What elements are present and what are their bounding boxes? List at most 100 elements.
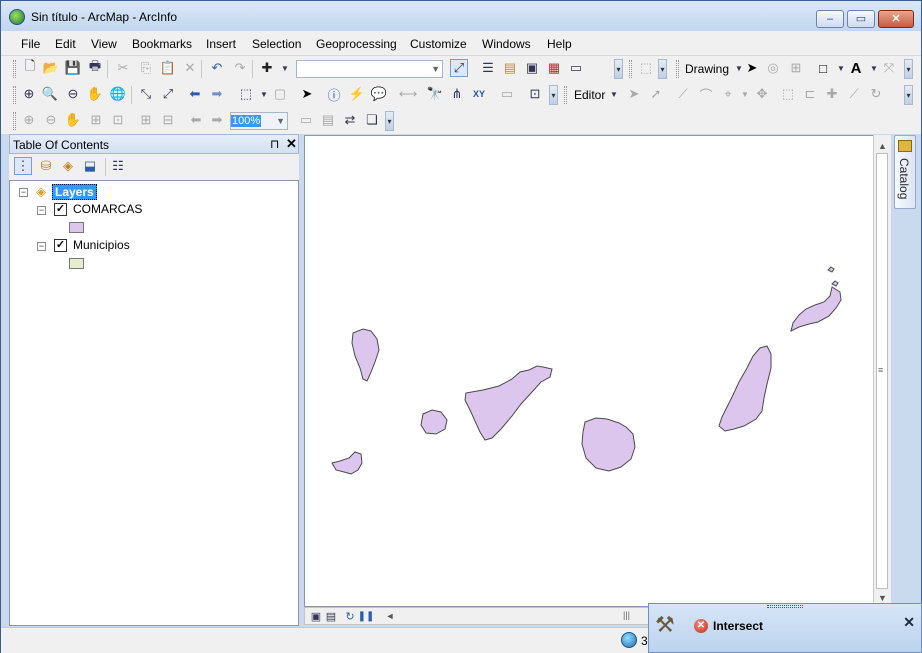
menu-insert[interactable]: Insert bbox=[206, 37, 236, 51]
toolbar-grip[interactable] bbox=[13, 60, 16, 78]
comarcas-visibility-checkbox[interactable]: ✓ bbox=[54, 203, 67, 216]
comarcas-symbol-swatch[interactable] bbox=[69, 222, 84, 233]
editor-toolbar-icon[interactable]: ⤢ bbox=[450, 59, 468, 77]
fixed-zoom-in-icon[interactable]: ⤡ bbox=[137, 85, 155, 103]
collapse-comarcas-icon[interactable]: − bbox=[37, 206, 46, 215]
find-binoculars-icon[interactable]: 🔭 bbox=[426, 85, 444, 103]
zoom-in-icon[interactable]: ⊕ bbox=[20, 85, 38, 103]
rectangle-icon[interactable]: □ bbox=[814, 59, 832, 77]
cut-polygons-icon[interactable]: ⊏ bbox=[801, 85, 819, 103]
next-extent-icon[interactable]: ➡ bbox=[208, 85, 226, 103]
layout-zoom-out-icon[interactable]: ⊖ bbox=[42, 111, 60, 129]
full-extent-globe-icon[interactable]: 🌐 bbox=[109, 85, 127, 103]
cut-icon[interactable]: ✂ bbox=[114, 59, 132, 77]
popup-grip[interactable] bbox=[767, 605, 803, 608]
toolbar-grip[interactable] bbox=[13, 112, 16, 130]
end-point-arc-icon[interactable]: ⌒ bbox=[697, 85, 715, 103]
toolbar-overflow-chevron-icon[interactable]: ▾ bbox=[385, 111, 394, 131]
zoom-in-magnifier-icon[interactable]: 🔍 bbox=[41, 85, 59, 103]
layer-name-municipios[interactable]: Municipios bbox=[73, 238, 130, 252]
menu-customize[interactable]: Customize bbox=[410, 37, 467, 51]
select-elements-icon[interactable]: ➤ bbox=[298, 85, 316, 103]
split-tool-icon[interactable]: ✚ bbox=[823, 85, 841, 103]
list-by-selection-icon[interactable]: ⬓ bbox=[81, 157, 99, 175]
edit-vertices-icon[interactable]: ✥ bbox=[753, 85, 771, 103]
fixed-zoom-out-icon[interactable]: ⤢ bbox=[159, 85, 177, 103]
toolbar-grip[interactable] bbox=[676, 60, 679, 78]
menu-view[interactable]: View bbox=[91, 37, 117, 51]
toolbar-overflow-chevron-icon[interactable]: ▾ bbox=[614, 59, 623, 79]
scroll-up-icon[interactable]: ▲ bbox=[878, 141, 887, 151]
fixed-zoom-in-layout-icon[interactable]: ⊞ bbox=[137, 111, 155, 129]
identify-icon[interactable]: ⓘ bbox=[325, 85, 343, 103]
next-layout-extent-icon[interactable]: ➡ bbox=[208, 111, 226, 129]
select-elements-icon[interactable]: ⬚ bbox=[637, 59, 655, 77]
previous-extent-icon[interactable]: ⬅ bbox=[186, 85, 204, 103]
layers-dataframe-label[interactable]: Layers bbox=[52, 184, 97, 200]
print-icon[interactable]: 🖶 bbox=[86, 58, 104, 77]
map-display[interactable] bbox=[304, 135, 891, 607]
python-window-icon[interactable]: ▭ bbox=[567, 59, 585, 77]
html-popup-icon[interactable]: 💬 bbox=[370, 85, 388, 103]
attributes-icon[interactable]: ↻ bbox=[867, 85, 885, 103]
undo-icon[interactable]: ↶ bbox=[208, 59, 226, 77]
table-of-contents-icon[interactable]: ☰ bbox=[479, 59, 497, 77]
popup-tool-name[interactable]: Intersect bbox=[713, 619, 763, 633]
catalog-window-icon[interactable]: ▤ bbox=[501, 59, 519, 77]
hyperlink-icon[interactable]: ⚡ bbox=[348, 85, 366, 103]
menu-help[interactable]: Help bbox=[547, 37, 572, 51]
open-folder-icon[interactable]: 📂 bbox=[42, 59, 60, 77]
scroll-left-icon[interactable]: ◄ bbox=[381, 607, 399, 625]
map-scale-dropdown[interactable]: ▼ bbox=[296, 60, 443, 78]
drawing-menu[interactable]: Drawing bbox=[685, 62, 729, 76]
arctoolbox-icon[interactable]: ▦ bbox=[545, 59, 563, 77]
rotate-tool-icon[interactable]: ⟋ bbox=[845, 85, 863, 103]
zoom-to-selected-elements-icon[interactable]: ⊞ bbox=[787, 59, 805, 77]
search-window-icon[interactable]: ▣ bbox=[523, 59, 541, 77]
menu-selection[interactable]: Selection bbox=[252, 37, 301, 51]
change-layout-icon[interactable]: ⇄ bbox=[341, 111, 359, 129]
text-tool-icon[interactable]: A bbox=[847, 59, 865, 77]
close-icon[interactable]: ✕ bbox=[286, 136, 297, 152]
copy-icon[interactable]: ⎘ bbox=[137, 59, 155, 77]
zoom-100-percent-icon[interactable]: ⊡ bbox=[109, 111, 127, 129]
layout-zoom-dropdown[interactable]: 100% ▼ bbox=[230, 112, 288, 130]
toolbar-grip[interactable] bbox=[629, 60, 632, 78]
popup-close-icon[interactable]: ✕ bbox=[903, 614, 915, 631]
municipios-symbol-swatch[interactable] bbox=[69, 258, 84, 269]
zoom-whole-page-icon[interactable]: ⊞ bbox=[87, 111, 105, 129]
toolbar-grip[interactable] bbox=[564, 86, 567, 104]
time-slider-icon[interactable]: ▭ bbox=[498, 85, 516, 103]
measure-icon[interactable]: ⟷ bbox=[399, 85, 418, 103]
options-icon[interactable]: ☷ bbox=[109, 157, 127, 175]
previous-layout-extent-icon[interactable]: ⬅ bbox=[187, 111, 205, 129]
toolbar-overflow-chevron-icon[interactable]: ▾ bbox=[904, 59, 913, 79]
editor-menu[interactable]: Editor bbox=[574, 88, 605, 102]
collapse-municipios-icon[interactable]: − bbox=[37, 242, 46, 251]
pin-icon[interactable]: ⊓ bbox=[270, 137, 279, 151]
maximize-button[interactable]: ▭ bbox=[847, 10, 875, 28]
list-by-drawing-order-icon[interactable]: ⋮ bbox=[14, 157, 32, 175]
edit-vertices-icon[interactable]: ⤧ bbox=[880, 59, 898, 77]
collapse-layers-icon[interactable]: − bbox=[19, 188, 28, 197]
zoom-out-icon[interactable]: ⊖ bbox=[64, 85, 82, 103]
rotate-icon[interactable]: ◎ bbox=[764, 59, 782, 77]
select-features-icon[interactable]: ⬚ bbox=[237, 85, 255, 103]
minimize-button[interactable]: – bbox=[816, 10, 844, 28]
delete-icon[interactable]: ✕ bbox=[181, 59, 199, 77]
go-to-xy-icon[interactable]: XY bbox=[470, 85, 488, 103]
focus-data-frame-icon[interactable]: ▤ bbox=[319, 111, 337, 129]
menu-geoprocessing[interactable]: Geoprocessing bbox=[316, 37, 397, 51]
find-route-icon[interactable]: ⋔ bbox=[448, 85, 466, 103]
menu-bookmarks[interactable]: Bookmarks bbox=[132, 37, 192, 51]
edit-annotation-icon[interactable]: ➚ bbox=[647, 85, 665, 103]
menu-windows[interactable]: Windows bbox=[482, 37, 531, 51]
toolbar-grip[interactable] bbox=[13, 86, 16, 104]
create-viewer-window-icon[interactable]: ⊡ bbox=[526, 85, 544, 103]
layout-view-icon[interactable]: ▤ bbox=[322, 607, 340, 625]
menu-file[interactable]: File bbox=[21, 37, 40, 51]
clear-selection-icon[interactable]: ▢ bbox=[271, 85, 289, 103]
reshape-feature-icon[interactable]: ⬚ bbox=[779, 85, 797, 103]
pause-drawing-icon[interactable]: ❚❚ bbox=[357, 607, 375, 625]
data-driven-pages-icon[interactable]: ❏ bbox=[363, 111, 381, 129]
